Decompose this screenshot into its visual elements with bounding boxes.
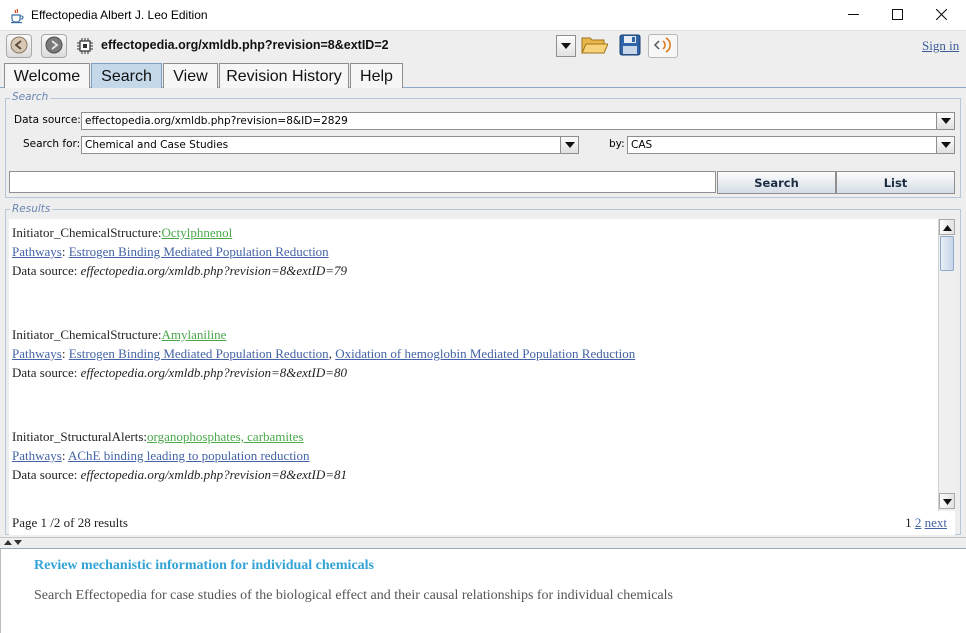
folder-icon — [580, 34, 609, 59]
source-value: effectopedia.org/xmldb.php?revision=8&ex… — [80, 365, 348, 380]
address-toolbar: effectopedia.org/xmldb.php?revision=8&ex… — [0, 31, 966, 60]
source-label: Data source: — [12, 365, 78, 380]
result-kind-label: Initiator_ChemicalStructure: — [12, 327, 162, 342]
result-chemical-link[interactable]: organophosphates, carbamites — [147, 429, 303, 444]
info-pane: Review mechanistic information for indiv… — [0, 549, 966, 633]
result-kind-label: Initiator_StructuralAlerts: — [12, 429, 148, 444]
result-chemical-link[interactable]: Amylaniline — [161, 327, 226, 342]
result-pathways-row: Pathways: Estrogen Binding Mediated Popu… — [12, 346, 635, 362]
pathway-link[interactable]: Oxidation of hemoglobin Mediated Populat… — [335, 346, 635, 361]
search-button[interactable]: Search — [717, 171, 836, 194]
chip-icon — [76, 37, 94, 55]
pathways-link[interactable]: Pathways — [12, 244, 62, 259]
split-divider[interactable] — [0, 537, 966, 549]
by-label: by: — [609, 138, 625, 150]
tab-view[interactable]: View — [163, 63, 218, 89]
back-button[interactable] — [6, 34, 32, 58]
result-item-kind: Initiator_ChemicalStructure:Octylphnenol — [12, 225, 232, 241]
info-text: Search Effectopedia for case studies of … — [34, 588, 673, 603]
close-icon — [935, 8, 947, 23]
results-list: Initiator_ChemicalStructure:Octylphnenol… — [9, 219, 938, 511]
result-source-row: Data source: effectopedia.org/xmldb.php?… — [12, 467, 347, 483]
tab-help[interactable]: Help — [350, 63, 403, 89]
minimize-icon — [847, 9, 859, 23]
address-url[interactable]: effectopedia.org/xmldb.php?revision=8&ex… — [101, 38, 389, 52]
page-current: 1 — [905, 515, 912, 530]
source-label: Data source: — [12, 263, 78, 278]
source-label: Data source: — [12, 467, 78, 482]
forward-button[interactable] — [41, 34, 67, 58]
result-source-row: Data source: effectopedia.org/xmldb.php?… — [12, 263, 347, 279]
pathway-link[interactable]: AChE binding leading to population reduc… — [68, 448, 310, 463]
results-scrollbar[interactable] — [938, 219, 955, 511]
data-source-label: Data source: — [14, 114, 81, 126]
source-value: effectopedia.org/xmldb.php?revision=8&ex… — [80, 467, 348, 482]
search-input[interactable] — [9, 171, 716, 193]
page-links: 1 2 next — [905, 515, 947, 531]
tab-revision-history[interactable]: Revision History — [219, 63, 349, 89]
speaker-icon — [652, 35, 674, 58]
result-pathways-row: Pathways: Estrogen Binding Mediated Popu… — [12, 244, 329, 260]
chevron-down-icon[interactable] — [936, 137, 954, 153]
pathway-link[interactable]: Estrogen Binding Mediated Population Red… — [69, 244, 329, 259]
result-pathways-row: Pathways: AChE binding leading to popula… — [12, 448, 310, 464]
source-value: effectopedia.org/xmldb.php?revision=8&ex… — [80, 263, 348, 278]
forward-arrow-icon — [45, 36, 63, 57]
maximize-icon — [891, 8, 903, 23]
pathways-link[interactable]: Pathways — [12, 346, 62, 361]
pathways-colon: : — [61, 244, 69, 259]
page-info: Page 1 /2 of 28 results — [12, 515, 128, 530]
data-source-combo[interactable]: effectopedia.org/xmldb.php?revision=8&ID… — [81, 112, 955, 130]
by-combo[interactable]: CAS — [627, 136, 955, 154]
open-button[interactable] — [579, 34, 609, 58]
chevron-down-icon — [561, 40, 571, 53]
java-cup-icon — [9, 8, 25, 24]
search-group-title: Search — [10, 91, 51, 103]
speak-button[interactable] — [648, 34, 678, 58]
info-title: Review mechanistic information for indiv… — [34, 558, 374, 573]
result-source-row: Data source: effectopedia.org/xmldb.php?… — [12, 365, 347, 381]
result-kind-label: Initiator_ChemicalStructure: — [12, 225, 162, 240]
result-item-kind: Initiator_StructuralAlerts:organophospha… — [12, 429, 303, 445]
next-page-link[interactable]: next — [925, 515, 947, 530]
split-arrows-icon[interactable] — [3, 539, 23, 549]
arrow-up-icon — [942, 221, 952, 234]
page-link-2[interactable]: 2 — [915, 515, 922, 530]
search-for-value: Chemical and Case Studies — [85, 139, 229, 151]
tab-search[interactable]: Search — [91, 63, 162, 89]
floppy-disk-icon — [619, 34, 641, 59]
chevron-down-icon[interactable] — [560, 137, 578, 153]
scroll-up-button[interactable] — [939, 219, 955, 235]
close-button[interactable] — [918, 0, 964, 31]
tab-bar: Welcome Search View Revision History Hel… — [0, 60, 966, 89]
pathways-link[interactable]: Pathways — [12, 448, 62, 463]
chevron-down-icon[interactable] — [936, 113, 954, 129]
search-for-label: Search for: — [23, 138, 81, 150]
results-pager: Page 1 /2 of 28 results 1 2 next — [9, 511, 955, 535]
minimize-button[interactable] — [830, 0, 876, 31]
back-arrow-icon — [10, 36, 28, 57]
list-button[interactable]: List — [836, 171, 955, 194]
window-title: Effectopedia Albert J. Leo Edition — [31, 8, 208, 22]
title-bar: Effectopedia Albert J. Leo Edition — [0, 0, 966, 31]
data-source-value: effectopedia.org/xmldb.php?revision=8&ID… — [85, 115, 348, 127]
address-dropdown-button[interactable] — [556, 35, 576, 57]
scroll-down-button[interactable] — [939, 493, 955, 509]
sign-in-link[interactable]: Sign in — [922, 38, 959, 54]
search-for-combo[interactable]: Chemical and Case Studies — [81, 136, 579, 154]
save-button[interactable] — [615, 34, 645, 58]
pathways-colon: : — [61, 346, 69, 361]
result-item-kind: Initiator_ChemicalStructure:Amylaniline — [12, 327, 226, 343]
arrow-down-icon — [942, 495, 952, 508]
pathway-link[interactable]: Estrogen Binding Mediated Population Red… — [69, 346, 329, 361]
scroll-thumb[interactable] — [940, 236, 954, 271]
by-value: CAS — [631, 139, 653, 151]
results-group-title: Results — [10, 203, 53, 215]
tab-welcome[interactable]: Welcome — [4, 63, 90, 89]
result-chemical-link[interactable]: Octylphnenol — [161, 225, 232, 240]
maximize-button[interactable] — [874, 0, 920, 31]
